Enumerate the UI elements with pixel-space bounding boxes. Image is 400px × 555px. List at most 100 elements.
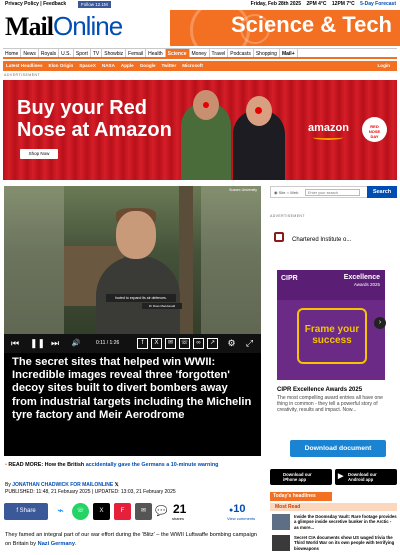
most-read-tab[interactable]: Most Read — [270, 503, 397, 511]
search-input[interactable]: Enter your search — [305, 189, 360, 196]
x-share-button[interactable]: X — [93, 503, 110, 520]
nav-us[interactable]: U.S. — [59, 49, 74, 57]
read-more-link[interactable]: accidentally gave the Germans a 10-minut… — [86, 462, 219, 468]
carousel-next-icon[interactable]: › — [374, 317, 386, 329]
chartered-institute-ad-header[interactable]: Chartered Institute o... — [272, 224, 392, 254]
nav-shopping[interactable]: Shopping — [254, 49, 280, 57]
headline-text: Inside the Doomsday Vault: Rare footage … — [294, 514, 397, 530]
weather-later: 12PM 7°C — [331, 1, 355, 7]
red-nose-icon — [203, 102, 209, 108]
settings-gear-icon[interactable]: ⚙ — [226, 338, 237, 349]
nav-showbiz[interactable]: Showbiz — [102, 49, 127, 57]
video-player[interactable]: Sussex University footed to expand its a… — [4, 186, 261, 353]
facebook-follow-button[interactable]: Follow 12.1M — [78, 1, 111, 8]
nav-science[interactable]: Science — [165, 49, 190, 57]
view-comments-link[interactable]: View comments — [227, 516, 255, 521]
byline: By JONATHAN CHADWICK FOR MAILONLINE 𝕏 PU… — [5, 482, 176, 495]
amazon-red-nose-ad[interactable]: Buy your Red Nose at Amazon Shop Now ama… — [3, 80, 397, 180]
android-app-badge[interactable]: ▶ Download our Android app — [335, 469, 397, 485]
forecast-link[interactable]: 5-Day Forecast — [360, 1, 396, 7]
nav-news[interactable]: News — [21, 49, 39, 57]
nav-tv[interactable]: TV — [91, 49, 103, 57]
nav-podcasts[interactable]: Podcasts — [228, 49, 254, 57]
logo-online: Online — [53, 11, 123, 41]
shop-now-button[interactable]: Shop Now — [20, 149, 58, 159]
subnav-spacex[interactable]: SpaceX — [76, 61, 99, 71]
author-link[interactable]: JONATHAN CHADWICK FOR MAILONLINE — [12, 482, 113, 488]
article-title: The secret sites that helped win WWII: I… — [4, 353, 261, 456]
pause-icon[interactable]: ❚❚ — [30, 338, 45, 349]
top-links: Privacy Policy | Feedback — [5, 1, 67, 7]
subnav-twitter[interactable]: Twitter — [159, 61, 180, 71]
subnav-elon[interactable]: Elon Origin — [46, 61, 77, 71]
main-nav: Home News Royals U.S. Sport TV Showbiz Femail He… — [3, 48, 397, 59]
share-bar: f Share ⌁ ☏ X F ✉ 💬 21 shares ●10 View c… — [4, 503, 262, 523]
read-more-pre: How the British — [44, 462, 85, 468]
x-author-icon[interactable]: 𝕏 — [115, 482, 119, 488]
site-logo[interactable]: MailOnline — [5, 11, 145, 41]
top-utility-bar: Privacy Policy | Feedback Follow 12.1M F… — [0, 0, 400, 9]
comment-count[interactable]: ●10 — [229, 503, 245, 517]
headline-text: Secret CIA documents show US waged trivi… — [294, 535, 395, 551]
todays-headlines-header: Today's headlines — [270, 492, 332, 501]
subnav-latest[interactable]: Latest Headlines — [3, 61, 46, 71]
nav-travel[interactable]: Travel — [210, 49, 229, 57]
subnav-microsoft[interactable]: Microsoft — [179, 61, 206, 71]
download-document-button[interactable]: Download document — [290, 440, 386, 457]
cipr-ad-image[interactable]: CIPR Excellence Awards 2025 Frame your s… — [277, 270, 385, 380]
subnav-google[interactable]: Google — [137, 61, 159, 71]
by-label: By — [5, 482, 11, 488]
fullscreen-icon[interactable]: ⤢ — [244, 338, 255, 349]
cipr-ad-description: The most compelling award entries all ha… — [277, 395, 383, 414]
iphone-app-badge[interactable]: Download our iPhone app — [270, 469, 332, 485]
video-name-caption: Dr Ross Macdonald — [142, 303, 182, 309]
facebook-share-icon[interactable]: f — [137, 338, 148, 349]
video-time: 0:11 / 1:26 — [96, 340, 120, 346]
published-date: PUBLISHED: 11:48, 21 February 2025 — [5, 489, 91, 495]
login-link[interactable]: Login — [374, 61, 393, 71]
cipr-ad-title[interactable]: CIPR Excellence Awards 2025 — [277, 387, 392, 393]
article-body: They famed an integral part of our war e… — [5, 531, 263, 548]
embed-share-icon[interactable]: ↗ — [207, 338, 218, 349]
comment-bubble-icon[interactable]: 💬 — [155, 503, 167, 520]
bullet-icon: • — [5, 462, 7, 468]
nav-health[interactable]: Health — [146, 49, 166, 57]
nav-mailplus[interactable]: Mail+ — [280, 49, 298, 57]
privacy-policy-link[interactable]: Privacy Policy — [5, 1, 39, 7]
flipboard-icon[interactable]: F — [114, 503, 131, 520]
headline-item[interactable]: Secret CIA documents show US waged trivi… — [272, 535, 397, 555]
next-icon[interactable]: ⏭ — [50, 338, 60, 349]
previous-icon[interactable]: ⏮ — [10, 338, 20, 349]
nazi-germany-link[interactable]: Nazi Germany — [38, 541, 75, 547]
search-button[interactable]: Search — [367, 186, 397, 198]
x-share-icon[interactable]: X — [151, 338, 162, 349]
headline-item[interactable]: Inside the Doomsday Vault: Rare footage … — [272, 514, 397, 534]
whatsapp-share-icon[interactable]: ☏ — [179, 338, 190, 349]
ad-label: ADVERTISEMENT — [4, 73, 41, 77]
subnav-nasa[interactable]: NASA — [99, 61, 118, 71]
play-store-icon: ▶ — [338, 473, 344, 480]
facebook-share-button[interactable]: f Share — [4, 503, 48, 520]
messenger-icon[interactable]: ⌁ — [52, 503, 69, 520]
video-tree — [179, 186, 193, 336]
nav-money[interactable]: Money — [190, 49, 210, 57]
nav-femail[interactable]: Femail — [126, 49, 147, 57]
whatsapp-icon[interactable]: ☏ — [72, 503, 89, 520]
email-share-icon[interactable]: ✉ — [165, 338, 176, 349]
volume-icon[interactable]: 🔊 — [70, 338, 82, 349]
nav-royals[interactable]: Royals — [39, 49, 60, 57]
video-controls: ⏮ ❚❚ ⏭ 🔊 0:11 / 1:26 f X ✉ ☏ ∞ ↗ ⚙ ⤢ — [4, 334, 261, 353]
nav-sport[interactable]: Sport — [74, 49, 91, 57]
link-share-icon[interactable]: ∞ — [193, 338, 204, 349]
video-blur-left — [4, 186, 64, 336]
search-scope[interactable]: ◉ Site ○ Web — [274, 190, 298, 195]
subnav-apple[interactable]: Apple — [118, 61, 137, 71]
cipr-logo-icon — [274, 232, 284, 242]
nav-home[interactable]: Home — [3, 49, 22, 57]
feedback-link[interactable]: Feedback — [43, 1, 66, 7]
advertiser-name: Chartered Institute o... — [292, 237, 352, 243]
red-nose-day-roundel: RED NOSE DAY — [362, 117, 387, 142]
email-icon[interactable]: ✉ — [135, 503, 152, 520]
cipr-tagline: Frame your success — [304, 324, 360, 346]
weather-now: 2PM 4°C — [306, 1, 327, 7]
